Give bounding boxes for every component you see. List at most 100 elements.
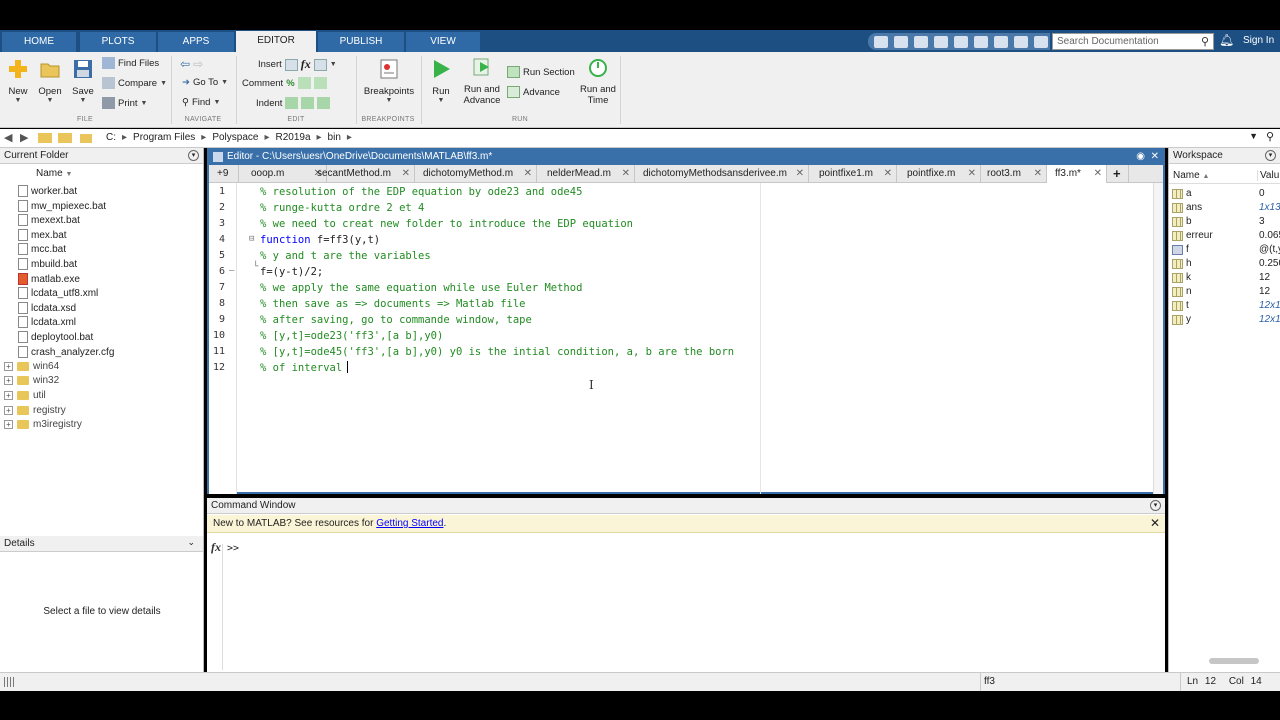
fx-icon[interactable]: fx [301, 57, 311, 72]
workspace-variable-row[interactable]: f @(t,y [1169, 244, 1280, 258]
run-button[interactable]: Run ▼ [428, 58, 454, 104]
decrease-indent-icon[interactable] [317, 97, 331, 109]
chevron-down-icon[interactable]: ⌄ [187, 537, 195, 548]
close-icon[interactable]: ✕ [884, 165, 892, 183]
folder-item[interactable]: + win64 [4, 361, 59, 372]
comment-button[interactable]: Comment% [242, 77, 327, 89]
cut-icon[interactable] [894, 35, 908, 48]
browse-folder-icon[interactable] [58, 133, 72, 143]
compare-button[interactable]: Compare ▼ [102, 77, 167, 89]
close-icon[interactable]: ✕ [402, 165, 410, 183]
save-icon[interactable] [874, 35, 888, 48]
workspace-variable-row[interactable]: b3 [1169, 216, 1280, 230]
expand-icon[interactable]: + [4, 362, 13, 371]
increase-indent-icon[interactable] [301, 97, 315, 109]
workspace-variable-row[interactable]: y 12x1 [1169, 314, 1280, 328]
list-item[interactable]: mw_mpiexec.bat [18, 200, 106, 212]
breadcrumb-segment[interactable]: C: [106, 132, 116, 143]
expand-icon[interactable]: + [4, 406, 13, 415]
new-button[interactable]: New ▼ [6, 58, 30, 104]
fold-toggle-icon[interactable]: ⊟ [249, 234, 254, 244]
editor-tab[interactable]: dichotomyMethodsansderivee.m ✕ [635, 165, 809, 183]
run-and-time-button[interactable]: Run and Time [578, 56, 618, 106]
editor-tab[interactable]: secantMethod.m ✕ [307, 165, 415, 183]
close-icon[interactable]: ✕ [796, 165, 804, 183]
tab-home[interactable]: HOME [2, 32, 76, 52]
breadcrumb-segment[interactable]: Polyspace [212, 132, 258, 143]
list-item[interactable]: lcdata.xml [18, 316, 76, 328]
search-icon[interactable]: ⚲ [1201, 35, 1209, 48]
panel-menu-icon[interactable]: ▾ [1265, 150, 1276, 161]
forward-arrow-icon[interactable]: ▶ [20, 132, 32, 144]
workspace-variable-row[interactable]: h 0.250 [1169, 258, 1280, 272]
folder-item[interactable]: + win32 [4, 375, 59, 386]
close-icon[interactable]: ✕ [1034, 165, 1042, 183]
open-button[interactable]: Open ▼ [36, 58, 64, 104]
copy-icon[interactable] [914, 35, 928, 48]
editor-tab[interactable]: pointfixe1.m ✕ [809, 165, 897, 183]
go-to-button[interactable]: ➜ Go To ▼ [182, 77, 228, 88]
close-icon[interactable]: ✕ [1150, 516, 1160, 530]
print-button[interactable]: Print ▼ [102, 97, 147, 109]
find-button[interactable]: ⚲ Find ▼ [182, 97, 220, 108]
options-icon[interactable] [1034, 35, 1048, 48]
bell-icon[interactable]: 🔔︎ [1219, 33, 1234, 47]
new-tab-dropdown[interactable]: +9 [209, 165, 239, 183]
find-files-button[interactable]: Find Files [102, 57, 159, 69]
column-header-name[interactable]: Name ▲ [1173, 170, 1209, 181]
function-browser-icon[interactable]: fx [211, 540, 221, 554]
uncomment-icon[interactable] [297, 77, 311, 89]
list-item[interactable]: lcdata_utf8.xml [18, 287, 98, 299]
switch-windows-icon[interactable] [994, 35, 1008, 48]
indent-button[interactable]: Indent [256, 97, 331, 109]
close-icon[interactable]: ✕ [1094, 165, 1102, 183]
breakpoint-dash[interactable]: – [229, 266, 234, 276]
getting-started-link[interactable]: Getting Started [376, 518, 443, 529]
list-item[interactable]: mcc.bat [18, 243, 66, 255]
column-header-name[interactable]: Name ▼ [36, 168, 72, 179]
breadcrumb-segment[interactable]: R2019a [275, 132, 310, 143]
command-input[interactable]: fx >> [207, 534, 1165, 670]
panel-menu-icon[interactable]: ▾ [188, 150, 199, 161]
list-item[interactable]: mex.bat [18, 229, 67, 241]
workspace-variable-row[interactable]: ans 1x13 [1169, 202, 1280, 216]
close-icon[interactable]: ✕ [1151, 151, 1159, 162]
tab-view[interactable]: VIEW [406, 32, 480, 52]
editor-tab[interactable]: dichotomyMethod.m ✕ [415, 165, 537, 183]
list-item[interactable]: matlab.exe [18, 273, 80, 285]
folder-item[interactable]: + registry [4, 405, 66, 416]
folder-search-icon[interactable]: ⚲ [1266, 130, 1274, 143]
editor-tab[interactable]: nelderMead.m ✕ [537, 165, 635, 183]
tab-apps[interactable]: APPS [158, 32, 234, 52]
list-item[interactable]: worker.bat [18, 185, 77, 197]
close-icon[interactable]: ✕ [622, 165, 630, 183]
editor-tab[interactable]: root3.m ✕ [981, 165, 1047, 183]
wrap-comments-icon[interactable] [313, 77, 327, 89]
close-icon[interactable]: ✕ [968, 165, 976, 183]
tab-plots[interactable]: PLOTS [80, 32, 156, 52]
insert-function-icon[interactable] [313, 58, 327, 71]
workspace-variable-row[interactable]: t 12x1 [1169, 300, 1280, 314]
breadcrumb-segment[interactable]: Program Files [133, 132, 195, 143]
undo-icon[interactable] [954, 35, 968, 48]
run-and-advance-button[interactable]: Run and Advance [462, 56, 502, 106]
add-tab-icon[interactable]: + [1107, 165, 1129, 183]
redo-icon[interactable] [974, 35, 988, 48]
tab-editor[interactable]: EDITOR [236, 31, 316, 52]
close-icon[interactable]: ✕ [524, 165, 532, 183]
details-header[interactable]: Details ⌄ [0, 536, 203, 552]
insert-button[interactable]: Insert fx ▼ [258, 57, 337, 72]
save-button[interactable]: Save ▼ [70, 58, 96, 104]
address-dropdown-icon[interactable]: ▼ [1249, 131, 1258, 141]
advance-button[interactable]: Advance [507, 86, 560, 98]
workspace-variable-row[interactable]: erreur 0.065 [1169, 230, 1280, 244]
expand-icon[interactable]: + [4, 391, 13, 400]
expand-icon[interactable]: + [4, 376, 13, 385]
workspace-variable-row[interactable]: k 12 [1169, 272, 1280, 286]
vertical-scrollbar[interactable] [1153, 183, 1163, 494]
list-item[interactable]: deploytool.bat [18, 331, 93, 343]
help-icon[interactable] [1014, 35, 1028, 48]
paste-icon[interactable] [934, 35, 948, 48]
workspace-variable-row[interactable]: a0 [1169, 188, 1280, 202]
back-arrow-icon[interactable]: ◀ [4, 132, 16, 144]
